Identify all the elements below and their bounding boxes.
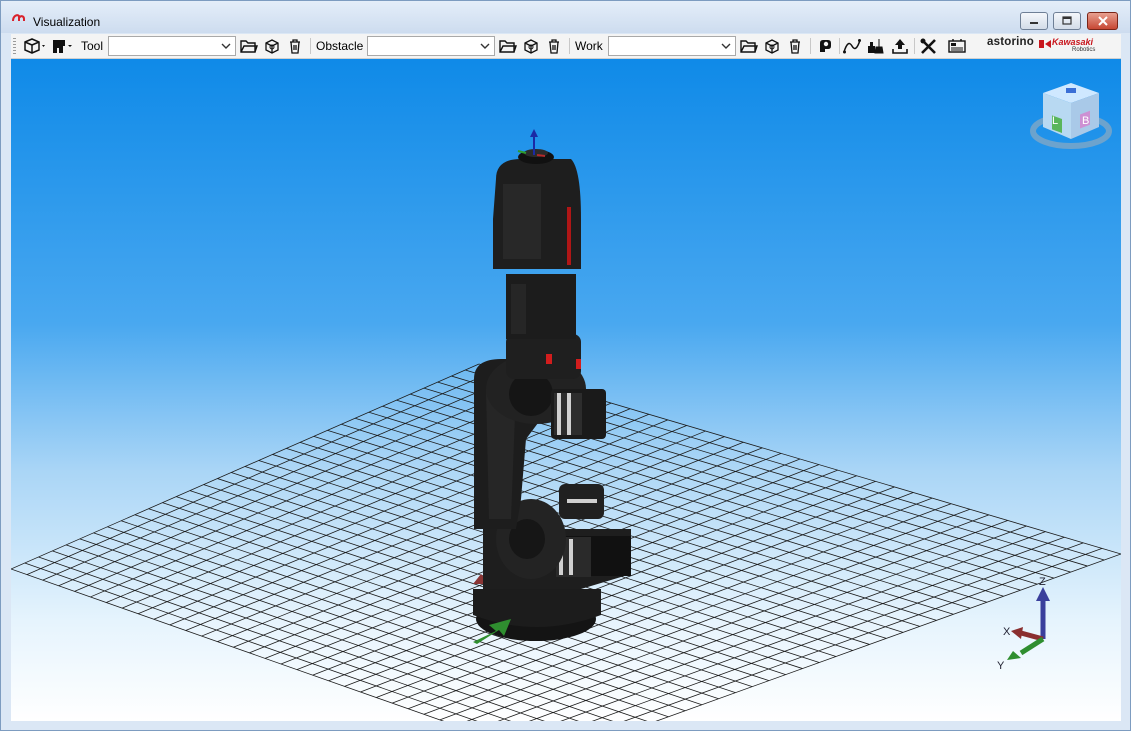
cube-view-icon: [24, 38, 45, 54]
obstacle-open-button[interactable]: [497, 35, 519, 57]
robot-model-dropdown-button[interactable]: [50, 35, 76, 57]
nav-cube-front-face: L: [1052, 115, 1058, 127]
toolbar-separator: [569, 38, 570, 54]
export-button[interactable]: [889, 35, 911, 57]
trajectory-button[interactable]: [841, 35, 863, 57]
broom-robot-icon: [868, 39, 884, 54]
trash-icon: [790, 39, 800, 54]
trash-icon: [290, 39, 300, 54]
view-cube-dropdown-button[interactable]: [21, 35, 49, 57]
upload-icon: [892, 39, 908, 54]
tool-label: Tool: [81, 39, 104, 53]
cleanup-button[interactable]: [864, 35, 888, 57]
hand-gripper-icon: [820, 40, 831, 52]
work-select[interactable]: [608, 36, 736, 56]
toolbar-separator: [839, 38, 840, 54]
tool-open-button[interactable]: [238, 35, 260, 57]
3d-viewport[interactable]: L B Z X Y: [11, 59, 1121, 721]
navigation-cube[interactable]: L B: [1029, 81, 1113, 151]
wireframe-cube-icon: [265, 39, 279, 54]
work-label: Work: [575, 39, 603, 53]
kawasaki-mark-icon: [1039, 40, 1051, 48]
wrench-screwdriver-icon: [920, 38, 936, 54]
toolbar: Tool Obstacle Work astorino Kawasaki Rob…: [11, 34, 1121, 59]
toolbar-grip[interactable]: [13, 38, 16, 54]
minimize-button[interactable]: [1020, 12, 1048, 30]
minimize-icon: [1021, 13, 1047, 29]
axis-z-label: Z: [1039, 576, 1046, 588]
axis-x-label: X: [1003, 626, 1011, 638]
kawasaki-logo: Kawasaki Robotics: [1039, 37, 1101, 55]
maximize-button[interactable]: [1053, 12, 1081, 30]
title-bar[interactable]: Visualization: [1, 1, 1130, 33]
tool-select[interactable]: [108, 36, 236, 56]
obstacle-settings-button[interactable]: [520, 35, 542, 57]
astorino-app-icon: [12, 14, 25, 22]
astorino-logo-text: astorino: [987, 36, 1034, 48]
obstacle-select[interactable]: [367, 36, 495, 56]
obstacle-label: Obstacle: [316, 39, 364, 53]
trash-icon: [549, 39, 559, 54]
close-icon: [1088, 13, 1117, 29]
work-settings-button[interactable]: [761, 35, 783, 57]
toolbar-separator: [310, 38, 311, 54]
wireframe-cube-icon: [524, 39, 538, 54]
folder-open-icon: [499, 40, 517, 53]
wireframe-cube-icon: [765, 39, 779, 54]
close-button[interactable]: [1087, 12, 1118, 30]
tool-settings-button[interactable]: [261, 35, 283, 57]
axis-triad: Z X Y: [997, 576, 1050, 672]
window-title: Visualization: [33, 15, 101, 29]
visualization-window: Visualization Tool Obstacle Work astorin…: [0, 0, 1131, 731]
trajectory-curve-icon: [843, 39, 861, 54]
restore-icon: [1054, 13, 1080, 29]
work-delete-button[interactable]: [784, 35, 806, 57]
robot-arm[interactable]: [11, 59, 1121, 721]
axis-y-label: Y: [997, 660, 1005, 672]
tool-delete-button[interactable]: [284, 35, 306, 57]
chevron-down-icon: [721, 43, 731, 49]
chevron-down-icon: [221, 43, 231, 49]
folder-open-icon: [740, 40, 758, 53]
toolbar-separator: [914, 38, 915, 54]
nav-cube-right-face: B: [1082, 115, 1089, 127]
controller-icon: [948, 39, 966, 53]
hand-gripper-button[interactable]: [813, 35, 837, 57]
folder-open-icon: [240, 40, 258, 53]
toolbar-separator: [810, 38, 811, 54]
work-open-button[interactable]: [738, 35, 760, 57]
obstacle-delete-button[interactable]: [543, 35, 565, 57]
robot-model-icon: [53, 40, 72, 53]
chevron-down-icon: [480, 43, 490, 49]
controller-button[interactable]: [945, 35, 969, 57]
tools-settings-button[interactable]: [917, 35, 941, 57]
